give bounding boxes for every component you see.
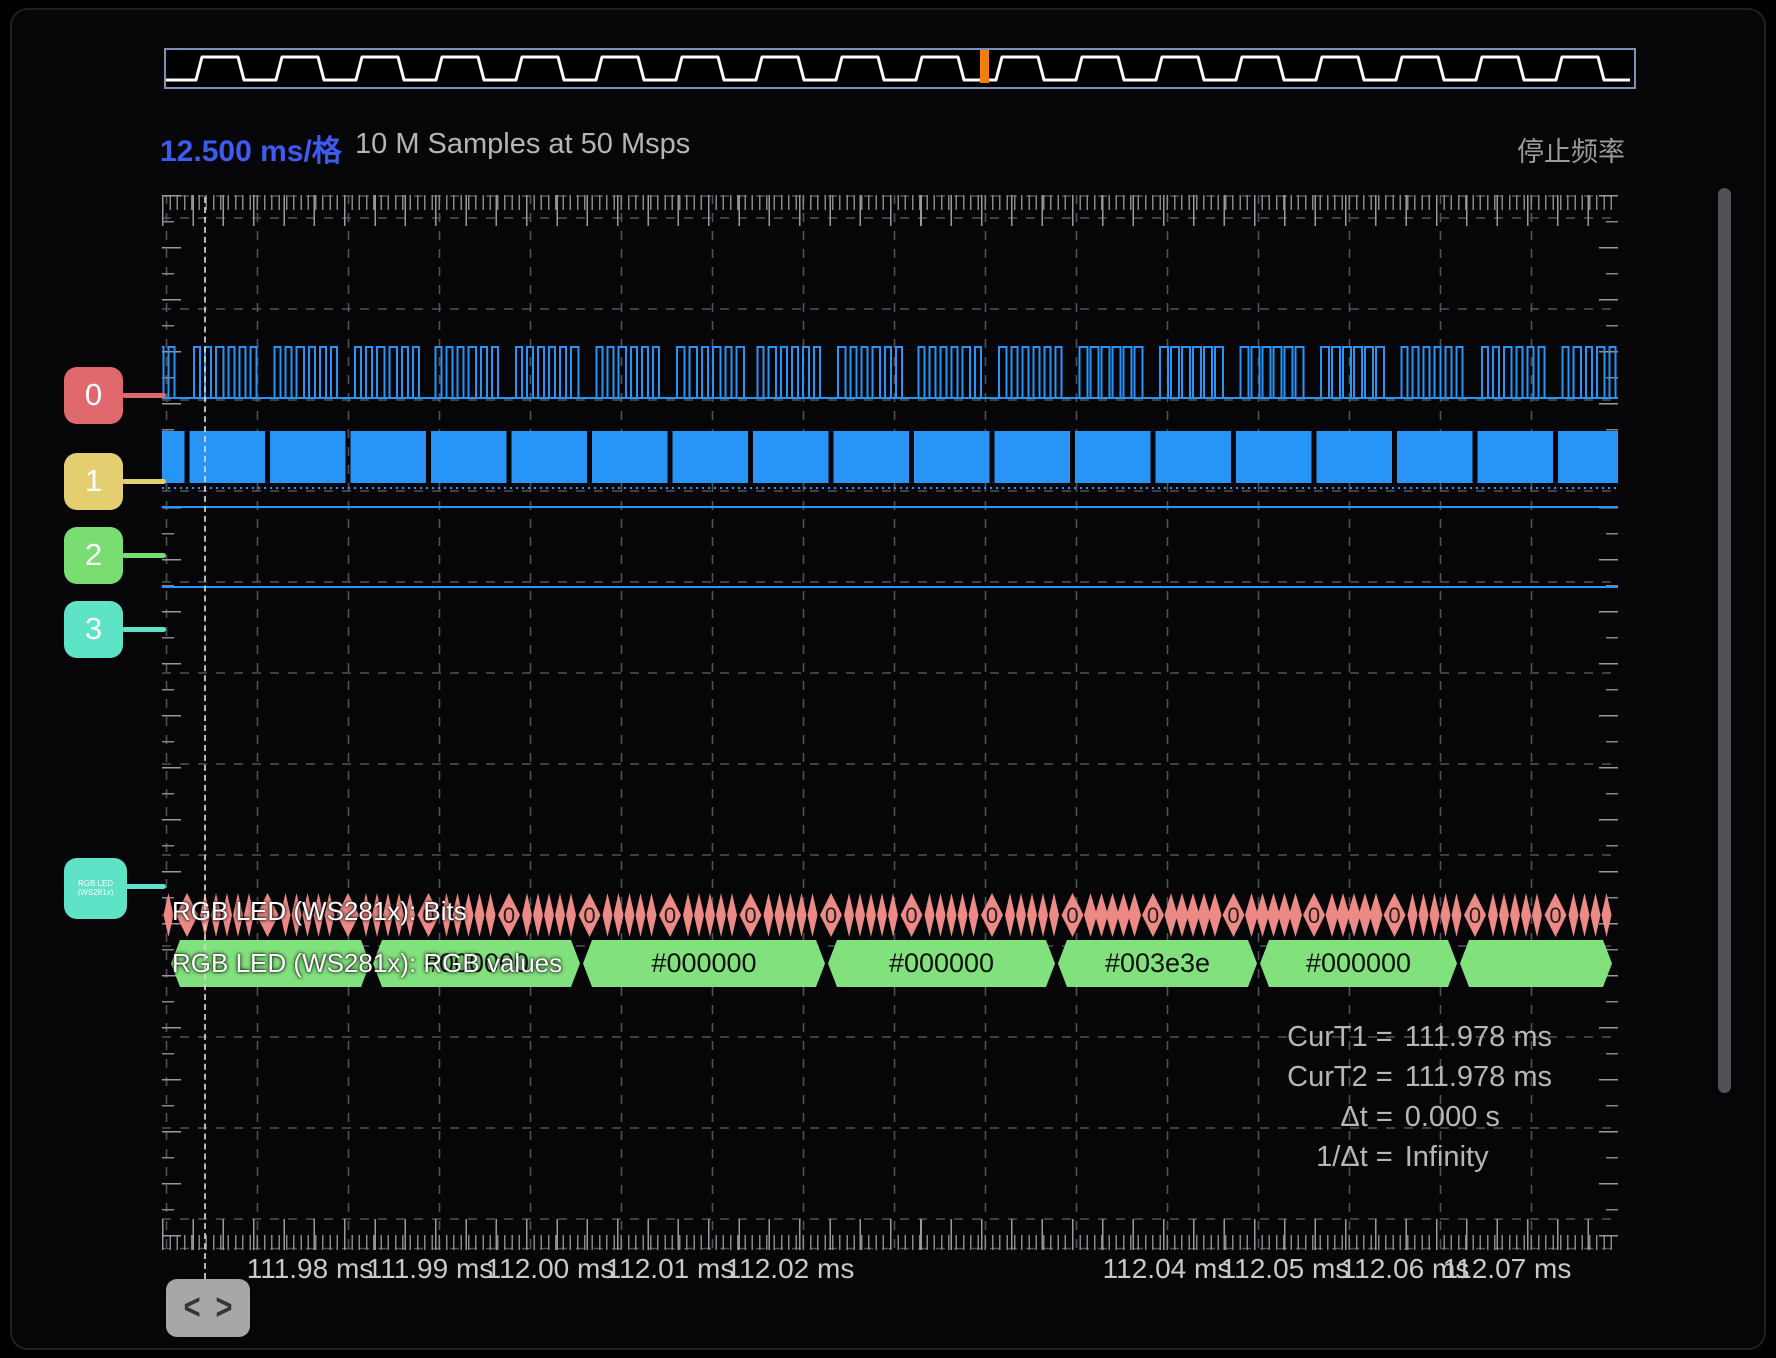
- channel-badge-3[interactable]: 3: [64, 601, 123, 658]
- svg-text:0: 0: [1227, 903, 1239, 928]
- overview-waveform: [166, 50, 1630, 87]
- channel-0-trace: [162, 345, 1618, 401]
- decoded-value-block: [1460, 940, 1612, 987]
- channel-1-trace: [162, 431, 1618, 483]
- channel-connector-2: [122, 553, 166, 558]
- waveform-plot[interactable]: 000000000000000 RGB LED (WS281x): Bits #…: [162, 195, 1618, 1250]
- x-axis-label: 112.02 ms: [726, 1253, 855, 1285]
- channel-1-baseline-dots: [162, 487, 1618, 489]
- channel-badge-1[interactable]: 1: [64, 453, 123, 510]
- svg-text:0: 0: [664, 903, 676, 928]
- channel-badge-2[interactable]: 2: [64, 527, 123, 584]
- svg-text:0: 0: [1147, 903, 1159, 928]
- decoded-value-block: #000000: [583, 940, 825, 987]
- vertical-scrollbar[interactable]: [1718, 188, 1731, 1093]
- timebase-scale: 12.500 ms/格: [160, 126, 342, 170]
- channel-badge-0[interactable]: 0: [64, 367, 123, 424]
- x-axis-label: 112.05 ms: [1221, 1253, 1350, 1285]
- decoded-value-block: #000000: [1260, 940, 1457, 987]
- overview-position-marker[interactable]: [980, 50, 989, 83]
- cursor-readout-value: 0.000 s: [1405, 1101, 1552, 1134]
- decoder-values-label: RGB LED (WS281x): RGB values: [172, 948, 562, 979]
- decoded-value-block: #000000: [828, 940, 1055, 987]
- svg-text:0: 0: [1549, 903, 1561, 928]
- svg-text:0: 0: [744, 903, 756, 928]
- svg-text:0: 0: [1308, 903, 1320, 928]
- svg-text:0: 0: [825, 903, 837, 928]
- x-axis-label: 112.01 ms: [606, 1253, 735, 1285]
- pan-right-icon[interactable]: >: [216, 1290, 233, 1326]
- pan-navigation-button[interactable]: < >: [166, 1279, 250, 1337]
- decoder-bits-label: RGB LED (WS281x): Bits: [172, 896, 467, 927]
- x-axis-label: 112.07 ms: [1443, 1253, 1572, 1285]
- channel-connector-3: [122, 627, 166, 632]
- sample-rate-info: 10 M Samples at 50 Msps: [355, 128, 690, 161]
- cursor-readout-value: 111.978 ms: [1405, 1061, 1552, 1094]
- x-axis-label: 112.04 ms: [1103, 1253, 1232, 1285]
- channel-2-trace: [162, 506, 1618, 508]
- cursor-readout-label: CurT1 =: [1287, 1021, 1393, 1054]
- cursor-readout-label: 1/Δt =: [1287, 1141, 1393, 1174]
- pan-left-icon[interactable]: <: [184, 1290, 201, 1326]
- x-axis: 111.98 ms111.99 ms112.00 ms112.01 ms112.…: [162, 1253, 1618, 1289]
- cursor-readout-label: CurT2 =: [1287, 1061, 1393, 1094]
- svg-text:0: 0: [905, 903, 917, 928]
- svg-text:0: 0: [1388, 903, 1400, 928]
- svg-text:0: 0: [1469, 903, 1481, 928]
- stop-frequency-label: 停止频率: [1517, 130, 1625, 169]
- cursor-readout-label: Δt =: [1287, 1101, 1393, 1134]
- channel-connector-0: [122, 393, 166, 398]
- svg-text:0: 0: [1066, 903, 1078, 928]
- cursor-readout-value: 111.978 ms: [1405, 1021, 1552, 1054]
- svg-text:0: 0: [986, 903, 998, 928]
- channel-connector-rgb: [122, 884, 166, 889]
- channel-3-trace: [162, 586, 1618, 588]
- app-window: 12.500 ms/格 10 M Samples at 50 Msps 停止频率…: [10, 8, 1766, 1350]
- channel-badge-rgb[interactable]: RGB LED (WS281x): [64, 858, 127, 919]
- x-axis-label: 111.98 ms: [247, 1253, 374, 1285]
- time-cursor[interactable]: [204, 197, 206, 1279]
- decoded-value-block: #003e3e: [1058, 940, 1257, 987]
- svg-text:0: 0: [503, 903, 515, 928]
- x-axis-label: 112.00 ms: [486, 1253, 615, 1285]
- cursor-readout-value: Infinity: [1405, 1141, 1552, 1174]
- svg-text:0: 0: [583, 903, 595, 928]
- x-axis-label: 111.99 ms: [367, 1253, 494, 1285]
- channel-connector-1: [122, 479, 166, 484]
- cursor-readout: CurT1 = 111.978 ms CurT2 = 111.978 ms Δt = 0.…: [1287, 1021, 1552, 1174]
- overview-minimap[interactable]: [164, 48, 1636, 89]
